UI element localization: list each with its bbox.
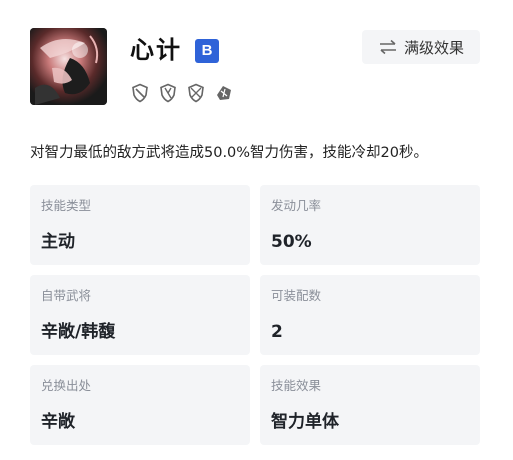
info-card-value: 辛敞/韩馥 <box>41 322 116 342</box>
info-card-value: 主动 <box>41 232 75 252</box>
info-card-label: 可装配数 <box>271 288 322 303</box>
max-level-effect-button[interactable]: 满级效果 <box>362 30 480 64</box>
cavalry-shield-icon <box>132 83 148 103</box>
info-card-label: 发动几率 <box>271 198 322 213</box>
info-card-native-general: 自带武将 辛敞/韩馥 <box>30 275 250 355</box>
info-card-label: 技能类型 <box>41 198 92 213</box>
info-card-label: 兑换出处 <box>41 378 92 393</box>
info-card-equip-count: 可装配数 2 <box>260 275 480 355</box>
info-card-value: 50% <box>271 232 312 252</box>
skill-description: 对智力最低的敌方武将造成50.0%智力伤害，技能冷却20秒。 <box>30 145 429 161</box>
bow-icon <box>188 83 204 103</box>
info-card-value: 智力单体 <box>271 412 339 432</box>
skill-portrait-icon <box>30 28 107 105</box>
info-card-value: 2 <box>271 322 283 342</box>
skill-detail-page: 心计 B 满级效果 对智力最低的敌方武将造成50.0%智力伤害，技能冷却20秒。… <box>0 0 513 460</box>
mechanism-icon <box>217 86 231 100</box>
info-card-skill-type: 技能类型 主动 <box>30 185 250 265</box>
troop-type-icons <box>130 82 234 104</box>
info-card-value: 辛敞 <box>41 412 75 432</box>
skill-info-grid: 技能类型 主动 发动几率 50% 自带武将 辛敞/韩馥 可装配数 2 兑换出处 … <box>30 185 480 445</box>
info-card-exchange-source: 兑换出处 辛敞 <box>30 365 250 445</box>
info-card-label: 技能效果 <box>271 378 322 393</box>
max-level-effect-label: 满级效果 <box>403 38 464 57</box>
skill-name: 心计 <box>130 36 182 64</box>
info-card-trigger-rate: 发动几率 50% <box>260 185 480 265</box>
grade-badge: B <box>195 39 219 63</box>
swap-arrows-icon <box>379 39 396 55</box>
shield-icon <box>160 83 176 103</box>
info-card-skill-effect: 技能效果 智力单体 <box>260 365 480 445</box>
info-card-label: 自带武将 <box>41 288 92 303</box>
